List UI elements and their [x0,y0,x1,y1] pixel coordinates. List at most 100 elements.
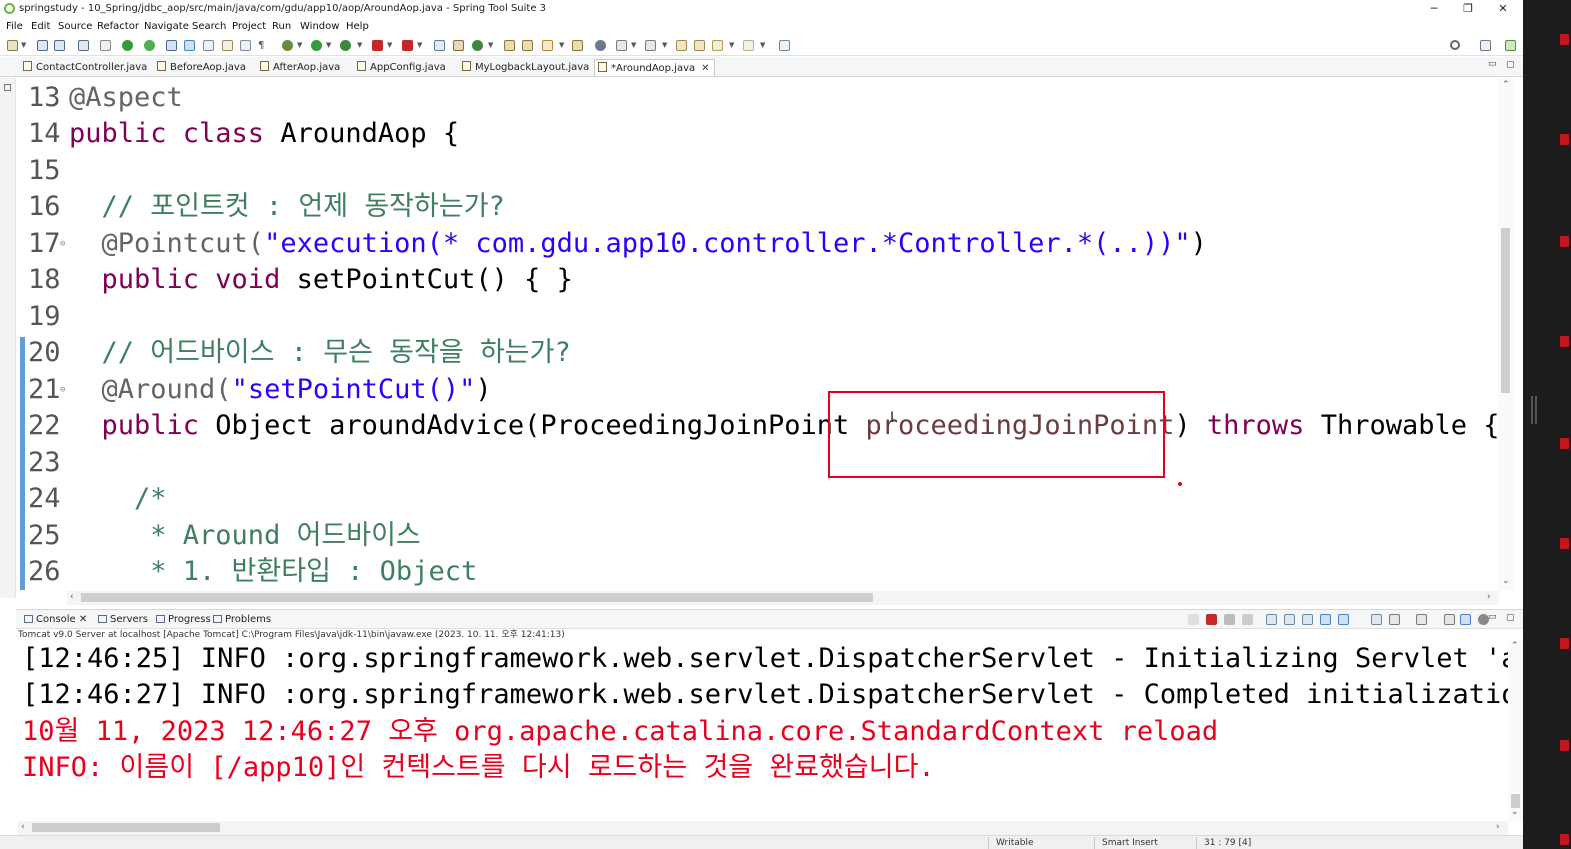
status-cursor-position[interactable]: 31 : 79 [4] [1204,836,1251,849]
tab-mylogbacklayout[interactable]: MyLogbackLayout.java [459,59,589,76]
forward-icon[interactable] [743,40,754,51]
pin-console-icon[interactable] [1338,614,1349,625]
search-folder-icon[interactable] [572,40,583,51]
new-spring-project-icon[interactable] [434,40,445,51]
menu-navigate[interactable]: Navigate [144,18,189,35]
menu-file[interactable]: File [6,18,23,35]
scroll-up-icon[interactable]: ⌃ [1511,641,1519,651]
tab-servers[interactable]: Servers [98,613,148,627]
close-icon[interactable]: ✕ [701,63,709,74]
back-icon[interactable] [712,40,723,51]
spring-perspective-icon[interactable] [1505,40,1516,51]
open-console-icon[interactable] [1389,614,1400,625]
editor-vertical-scrollbar[interactable]: ⌃ ⌄ [1498,78,1514,590]
tab-problems[interactable]: Problems [213,613,271,627]
scroll-right-icon[interactable]: › [1487,592,1491,602]
pilcrow-icon[interactable]: ¶ [258,40,269,51]
previous-annotation-icon[interactable] [645,40,656,51]
minimize-panel-button[interactable]: ▭ [1488,59,1497,69]
chevron-down-icon[interactable]: ▼ [21,41,26,49]
menu-run[interactable]: Run [272,18,291,35]
last-edit-icon[interactable] [676,40,687,51]
new-package-icon[interactable] [453,40,464,51]
next-annotation-icon[interactable] [616,40,627,51]
fold-toggle-icon[interactable]: ⊖ [60,372,65,408]
show-on-stderr-icon[interactable] [1320,614,1331,625]
pin-icon[interactable] [1188,614,1199,625]
scroll-thumb[interactable] [81,593,873,602]
menu-window[interactable]: Window [300,18,339,35]
maximize-panel-button[interactable]: ▢ [1506,60,1515,70]
code-editor[interactable]: 13 @Aspect 14 public class AroundAop { 1… [16,78,1498,590]
close-icon[interactable]: ✕ [79,614,87,625]
maximize-panel-button[interactable]: ▢ [1506,613,1515,623]
menu-help[interactable]: Help [346,18,369,35]
console-horizontal-scrollbar[interactable]: ‹ › [18,821,1508,835]
close-button[interactable]: ✕ [1486,0,1520,18]
perspective-icon[interactable] [1480,40,1491,51]
show-on-stdout-icon[interactable] [1302,614,1313,625]
chevron-down-icon[interactable]: ▼ [729,41,734,49]
new-class-icon[interactable] [472,40,483,51]
back-edit-icon[interactable] [694,40,705,51]
copy-icon[interactable] [1444,614,1455,625]
chevron-down-icon[interactable]: ▼ [631,41,636,49]
tab-appconfig[interactable]: AppConfig.java [354,59,446,76]
scroll-thumb[interactable] [1511,794,1520,808]
mark-occurrences-icon[interactable] [184,40,195,51]
chevron-down-icon[interactable]: ▼ [760,41,765,49]
show-whitespace-icon[interactable] [240,40,251,51]
chevron-down-icon[interactable]: ▼ [559,41,564,49]
console-vertical-scrollbar[interactable]: ⌃ ⌄ [1508,641,1523,821]
chevron-down-icon[interactable]: ▼ [326,41,331,49]
chevron-down-icon[interactable]: ▼ [662,41,667,49]
menu-edit[interactable]: Edit [31,18,50,35]
scroll-down-icon[interactable]: ⌄ [1511,807,1519,817]
maximize-button[interactable]: ❐ [1451,0,1485,18]
annotation-icon[interactable] [222,40,233,51]
tab-beforeaop[interactable]: BeforeAop.java [154,59,246,76]
globe-icon[interactable] [595,40,606,51]
scroll-right-icon[interactable]: › [1496,822,1500,832]
minimize-panel-button[interactable]: ▭ [1488,612,1497,622]
tab-afteraop[interactable]: AfterAop.java [257,59,340,76]
status-insert-mode[interactable]: Smart Insert [1102,836,1158,849]
chevron-down-icon[interactable]: ▼ [297,41,302,49]
grip-handle-icon[interactable] [1531,396,1537,424]
chevron-down-icon[interactable]: ▼ [357,41,362,49]
menu-source[interactable]: Source [58,18,92,35]
tab-console[interactable]: Console ✕ [24,613,87,627]
start-server-icon[interactable] [122,40,133,51]
minimize-button[interactable]: ─ [1417,0,1451,18]
print-icon[interactable] [78,40,89,51]
restore-icon[interactable] [4,84,11,91]
toggle-block-icon[interactable] [203,40,214,51]
tab-progress[interactable]: Progress [156,613,211,627]
word-wrap-icon[interactable] [1284,614,1295,625]
console-output[interactable]: [12:46:25] INFO :org.springframework.web… [16,641,1508,821]
open-folder-icon[interactable] [504,40,515,51]
scroll-thumb[interactable] [32,823,220,832]
new-console-icon[interactable] [1416,614,1427,625]
pin-editor-icon[interactable] [779,40,790,51]
refresh-icon[interactable] [144,40,155,51]
new-icon[interactable] [7,40,18,51]
tab-aroundaop[interactable]: *AroundAop.java ✕ [594,59,715,76]
chevron-down-icon[interactable]: ▼ [488,41,493,49]
menu-refactor[interactable]: Refactor [97,18,139,35]
clear-console-icon[interactable] [1460,614,1471,625]
chevron-down-icon[interactable]: ▼ [387,41,392,49]
editor-horizontal-scrollbar[interactable]: ‹ › [67,591,1499,605]
chevron-down-icon[interactable]: ▼ [417,41,422,49]
scroll-up-icon[interactable]: ⌃ [1502,80,1510,90]
skip-breakpoints-icon[interactable] [100,40,111,51]
open-type-icon[interactable] [166,40,177,51]
scroll-down-icon[interactable]: ⌄ [1502,576,1510,586]
terminate-icon[interactable] [402,40,413,51]
pen-icon[interactable] [542,40,553,51]
remove-launch-icon[interactable] [1224,614,1235,625]
search-icon[interactable] [1450,40,1460,50]
debug-icon[interactable] [282,40,293,51]
menu-project[interactable]: Project [232,18,266,35]
scroll-left-icon[interactable]: ‹ [70,592,74,602]
